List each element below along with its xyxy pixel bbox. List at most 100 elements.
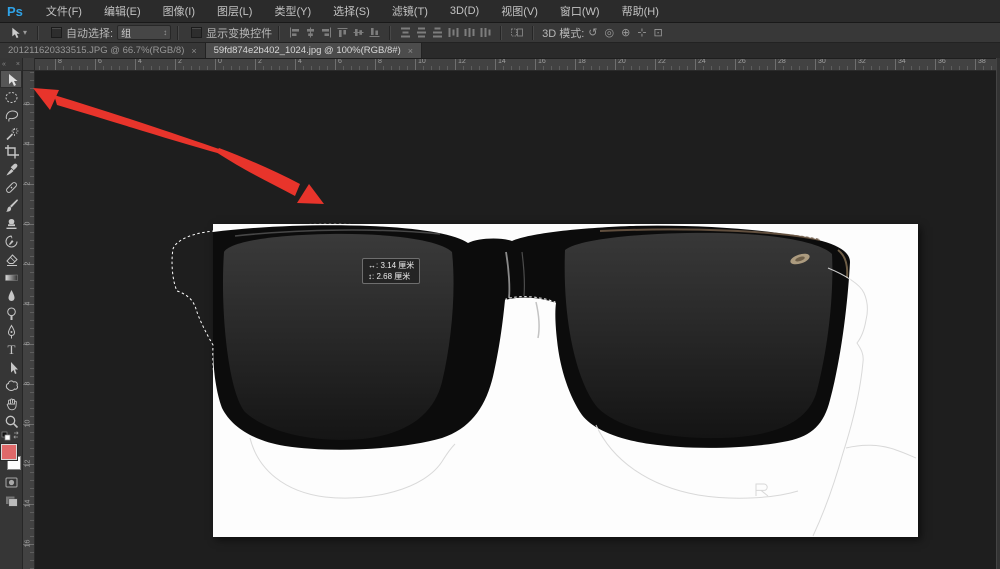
distribute-right-edges-icon[interactable] xyxy=(479,26,492,39)
gradient-tool[interactable] xyxy=(0,268,22,286)
tool-preset-caret-icon: ▾ xyxy=(23,28,27,37)
panel-close-icon[interactable]: × xyxy=(16,61,20,68)
screen-mode-button[interactable] xyxy=(0,491,22,509)
path-selection-icon xyxy=(4,360,19,375)
eyedropper-tool[interactable] xyxy=(0,160,22,178)
elliptical-marquee-tool[interactable] xyxy=(0,88,22,106)
ruler-left-label: 8 xyxy=(25,378,32,390)
move-tool[interactable] xyxy=(0,70,22,88)
document-canvas[interactable] xyxy=(213,224,918,537)
photoshop-logo: Ps xyxy=(0,4,35,19)
tools-panel: « × T xyxy=(0,58,23,569)
document-tab-2-close-icon[interactable]: × xyxy=(408,46,413,56)
menu-window[interactable]: 窗口(W) xyxy=(549,0,611,22)
auto-select-dropdown[interactable]: 组 ↕ xyxy=(117,25,171,40)
custom-shape-tool[interactable] xyxy=(0,376,22,394)
ruler-top-label: 24 xyxy=(698,58,706,65)
ruler-horizontal[interactable]: 864202468101214161820222426283032343638 xyxy=(34,58,1000,71)
menu-view[interactable]: 视图(V) xyxy=(490,0,549,22)
spot-healing-brush-tool[interactable] xyxy=(0,178,22,196)
distribute-left-edges-icon[interactable] xyxy=(447,26,460,39)
measurement-tooltip: ↔: 3.14 厘米 ↕: 2.68 厘米 xyxy=(362,258,420,284)
menu-filter[interactable]: 滤镜(T) xyxy=(381,0,439,22)
distribute-top-edges-icon[interactable] xyxy=(399,26,412,39)
separator xyxy=(278,26,280,40)
menu-layer[interactable]: 图层(L) xyxy=(206,0,263,22)
align-left-edges-icon[interactable] xyxy=(288,26,301,39)
show-transform-checkbox[interactable] xyxy=(191,27,202,38)
zoom-tool[interactable] xyxy=(0,412,22,430)
distribute-bottom-edges-icon[interactable] xyxy=(431,26,444,39)
3d-rotate-icon[interactable]: ↺ xyxy=(588,26,597,39)
menu-3d[interactable]: 3D(D) xyxy=(439,0,490,22)
ruler-vertical[interactable]: 6420246810121416 xyxy=(22,70,35,569)
ruler-top-label: 28 xyxy=(778,58,786,65)
current-tool-button[interactable]: ▾ xyxy=(0,26,31,39)
ruler-top-label: 20 xyxy=(618,58,626,65)
hand-icon xyxy=(4,396,19,411)
ruler-top-label: 30 xyxy=(818,58,826,65)
menu-help[interactable]: 帮助(H) xyxy=(611,0,670,22)
align-top-edges-icon[interactable] xyxy=(336,26,349,39)
blur-tool[interactable] xyxy=(0,286,22,304)
align-right-edges-icon[interactable] xyxy=(320,26,333,39)
eyedropper-icon xyxy=(4,162,19,177)
pen-tool[interactable] xyxy=(0,322,22,340)
menu-file[interactable]: 文件(F) xyxy=(35,0,93,22)
align-bottom-edges-icon[interactable] xyxy=(368,26,381,39)
3d-drag-icon[interactable]: ⊕ xyxy=(621,26,630,39)
align-vertical-centers-icon[interactable] xyxy=(352,26,365,39)
menu-type[interactable]: 类型(Y) xyxy=(263,0,322,22)
blur-drop-icon xyxy=(4,288,19,303)
document-tab-2[interactable]: 59fd874e2b402_1024.jpg @ 100%(RGB/8#) × xyxy=(206,43,422,58)
distribute-vertical-centers-icon[interactable] xyxy=(415,26,428,39)
elliptical-marquee-icon xyxy=(4,90,19,105)
lasso-tool[interactable] xyxy=(0,106,22,124)
show-transform-label: 显示变换控件 xyxy=(206,25,272,41)
distribute-horizontal-centers-icon[interactable] xyxy=(463,26,476,39)
tools-panel-header[interactable]: « × xyxy=(0,58,22,70)
pen-icon xyxy=(4,324,19,339)
3d-scale-icon[interactable]: ⊡ xyxy=(654,26,663,39)
ruler-top-label: 18 xyxy=(578,58,586,65)
path-selection-tool[interactable] xyxy=(0,358,22,376)
eraser-tool[interactable] xyxy=(0,250,22,268)
clone-stamp-tool[interactable] xyxy=(0,214,22,232)
ruler-origin-corner[interactable] xyxy=(22,58,35,71)
brush-tool[interactable] xyxy=(0,196,22,214)
3d-slide-icon[interactable]: ⊹ xyxy=(637,26,646,39)
hand-tool[interactable] xyxy=(0,394,22,412)
ruler-left-label: 12 xyxy=(25,458,32,470)
foreground-color-swatch[interactable] xyxy=(1,444,17,460)
ruler-left-label: 14 xyxy=(25,498,32,510)
photoshop-window: Ps 文件(F) 编辑(E) 图像(I) 图层(L) 类型(Y) 选择(S) 滤… xyxy=(0,0,1000,569)
auto-align-layers-icon[interactable] xyxy=(510,26,524,39)
menu-select[interactable]: 选择(S) xyxy=(322,0,381,22)
document-tab-1-close-icon[interactable]: × xyxy=(191,46,196,56)
ruler-top-label: 32 xyxy=(858,58,866,65)
document-tab-1[interactable]: 201211620333515.JPG @ 66.7%(RGB/8) × xyxy=(0,43,206,58)
ruler-top-label: 8 xyxy=(378,58,382,65)
3d-roll-icon[interactable]: ◎ xyxy=(604,26,614,39)
type-tool[interactable]: T xyxy=(0,340,22,358)
menu-image[interactable]: 图像(I) xyxy=(152,0,206,22)
history-brush-icon xyxy=(4,234,19,249)
ruler-left-label: 10 xyxy=(25,418,32,430)
menu-bar: Ps 文件(F) 编辑(E) 图像(I) 图层(L) 类型(Y) 选择(S) 滤… xyxy=(0,0,1000,23)
ruler-top-label: 38 xyxy=(978,58,986,65)
dodge-tool[interactable] xyxy=(0,304,22,322)
align-horizontal-centers-icon[interactable] xyxy=(304,26,317,39)
panel-collapse-icon[interactable]: « xyxy=(2,61,6,68)
separator xyxy=(500,26,502,40)
crop-tool[interactable] xyxy=(0,142,22,160)
quick-mask-button[interactable] xyxy=(0,473,22,491)
auto-select-checkbox[interactable] xyxy=(51,27,62,38)
ruler-top-label: 6 xyxy=(338,58,342,65)
history-brush-tool[interactable] xyxy=(0,232,22,250)
right-panel-edge xyxy=(996,58,1000,569)
magic-wand-tool[interactable] xyxy=(0,124,22,142)
canvas-pasteboard[interactable] xyxy=(34,70,1000,569)
ruler-top-label: 22 xyxy=(658,58,666,65)
menu-edit[interactable]: 编辑(E) xyxy=(93,0,152,22)
default-and-swap-colors[interactable] xyxy=(0,430,22,443)
